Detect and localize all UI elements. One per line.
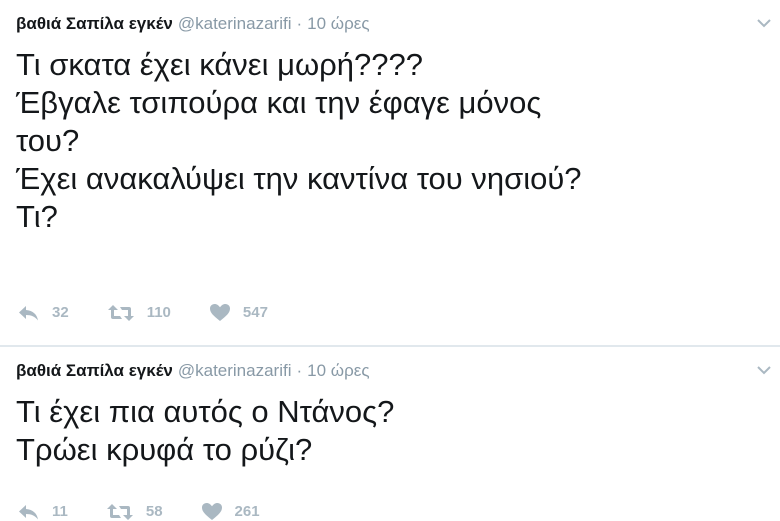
tweet-text-line: Τι σκατα έχει κάνει μωρή????	[16, 47, 423, 82]
heart-icon	[209, 304, 230, 321]
tweet-actions: 11 58 261	[18, 502, 298, 521]
tweet-text-line: Τι?	[16, 199, 58, 234]
like-count: 547	[242, 304, 268, 321]
like-button[interactable]: 261	[201, 502, 260, 521]
tweet-text: Τι σκατα έχει κάνει μωρή???? Έβγαλε τσιπ…	[16, 46, 582, 236]
tweet-text-line: Έχει ανακαλύψει την καντίνα του νησιού?	[16, 161, 582, 196]
separator-dot: ·	[296, 14, 303, 33]
retweet-button[interactable]: 110	[107, 304, 171, 322]
author-handle[interactable]: @katerinazarifi	[178, 361, 292, 380]
tweet[interactable]: βαθιά Σαπίλα εγκέν @katerinazarifi · 10 ώρε…	[0, 0, 780, 346]
tweet-text-line: του?	[16, 123, 80, 158]
retweet-count: 58	[145, 503, 163, 520]
retweet-icon	[107, 304, 134, 321]
tweet-text: Τι έχει πια αυτός ο Ντάνος? Τρώει κρυφά …	[16, 393, 394, 469]
tweet-header: βαθιά Σαπίλα εγκέν @katerinazarifi · 10 ώρε…	[16, 361, 370, 381]
tweet-text-line: Έβγαλε τσιπούρα και την έφαγε μόνος	[16, 85, 542, 120]
like-count: 261	[234, 503, 260, 520]
author-handle[interactable]: @katerinazarifi	[178, 14, 292, 33]
author-name[interactable]: βαθιά Σαπίλα εγκέν	[16, 361, 173, 380]
tweet-header: βαθιά Σαπίλα εγκέν @katerinazarifi · 10 ώρε…	[16, 14, 370, 34]
tweet-text-line: Τρώει κρυφά το ρύζι?	[16, 432, 313, 467]
timestamp[interactable]: 10 ώρες	[307, 14, 369, 33]
like-button[interactable]: 547	[209, 303, 268, 322]
tweet-actions: 32 110 547	[18, 303, 306, 322]
tweet[interactable]: βαθιά Σαπίλα εγκέν @katerinazarifi · 10 ώρε…	[0, 347, 780, 521]
chevron-down-icon[interactable]	[756, 18, 772, 28]
reply-button[interactable]: 32	[18, 304, 69, 322]
reply-count: 32	[52, 304, 69, 321]
reply-icon	[19, 305, 38, 320]
tweet-text-line: Τι έχει πια αυτός ο Ντάνος?	[16, 394, 395, 429]
reply-count: 11	[52, 503, 68, 520]
heart-icon	[201, 503, 222, 520]
chevron-down-icon[interactable]	[756, 365, 772, 375]
retweet-count: 110	[146, 304, 171, 321]
separator-dot: ·	[296, 361, 303, 380]
timestamp[interactable]: 10 ώρες	[307, 361, 369, 380]
author-name[interactable]: βαθιά Σαπίλα εγκέν	[16, 14, 173, 33]
